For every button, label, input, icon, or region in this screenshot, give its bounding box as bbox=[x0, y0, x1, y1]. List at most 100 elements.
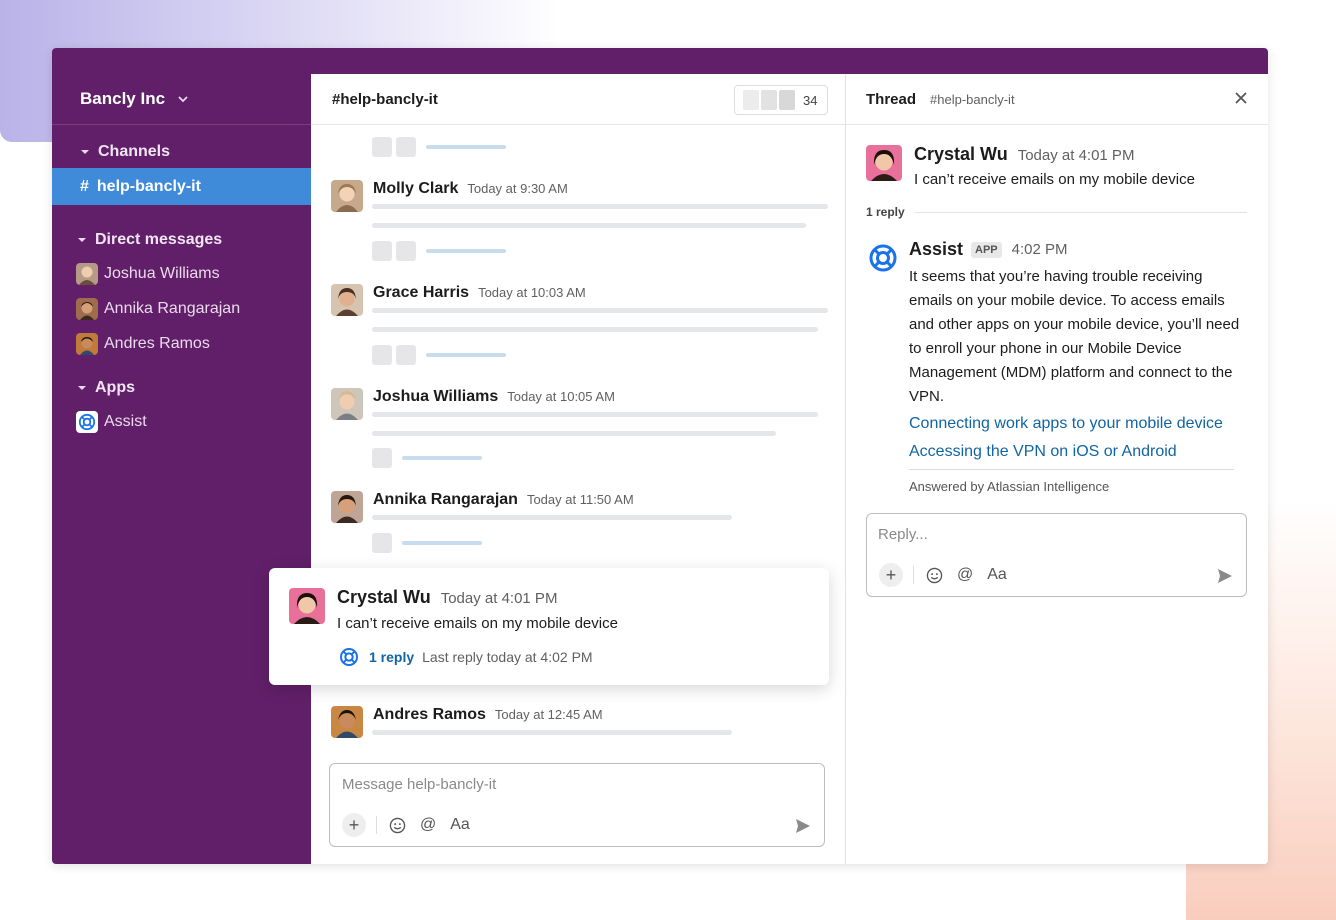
thread-parent-head: Crystal Wu Today at 4:01 PM bbox=[914, 144, 1134, 165]
reply-link[interactable]: 1 reply bbox=[369, 649, 414, 665]
channel-header: #help-bancly-it 34 bbox=[311, 74, 845, 125]
avatar bbox=[76, 332, 98, 355]
caret-down-icon bbox=[78, 237, 86, 242]
help-link-vpn[interactable]: Accessing the VPN on iOS or Android bbox=[909, 443, 1177, 461]
member-avatar-placeholder bbox=[779, 90, 795, 110]
reaction-placeholder bbox=[372, 533, 482, 553]
lifebuoy-icon bbox=[869, 244, 897, 272]
text-placeholder bbox=[372, 204, 828, 209]
send-icon[interactable] bbox=[1216, 567, 1234, 585]
sidebar-item-help-bancly-it[interactable]: # help-bancly-it bbox=[52, 168, 311, 205]
caret-down-icon bbox=[81, 149, 89, 154]
message-time[interactable]: Today at 10:03 AM bbox=[478, 285, 586, 300]
app-window: Bancly Inc Channels # help-bancly-it Dir… bbox=[52, 48, 1268, 864]
section-channels-label: Channels bbox=[98, 142, 171, 160]
sidebar-item-annika-rangarajan[interactable]: Annika Rangarajan bbox=[52, 291, 311, 326]
message-author[interactable]: Assist bbox=[909, 239, 963, 260]
avatar bbox=[76, 297, 98, 320]
avatar bbox=[331, 388, 363, 420]
hash-icon: # bbox=[80, 177, 89, 195]
text-placeholder bbox=[372, 515, 732, 520]
message-time[interactable]: Today at 10:05 AM bbox=[507, 389, 615, 404]
section-apps[interactable]: Apps bbox=[52, 371, 311, 404]
message-composer[interactable]: Message help-bancly-it + @ Aa bbox=[329, 763, 825, 847]
composer-placeholder: Message help-bancly-it bbox=[342, 776, 497, 793]
sidebar-item-andres-ramos[interactable]: Andres Ramos bbox=[52, 326, 311, 361]
reaction-placeholder bbox=[372, 448, 482, 468]
toolbar-divider bbox=[376, 816, 377, 834]
sidebar: Bancly Inc Channels # help-bancly-it Dir… bbox=[52, 74, 311, 864]
text-placeholder bbox=[372, 308, 828, 313]
dm-name: Andres Ramos bbox=[104, 334, 210, 352]
app-badge: APP bbox=[971, 241, 1002, 258]
thread-channel[interactable]: #help-bancly-it bbox=[930, 92, 1015, 107]
avatar bbox=[866, 145, 902, 181]
composer-toolbar: + @ Aa bbox=[342, 813, 484, 837]
sidebar-item-joshua-williams[interactable]: Joshua Williams bbox=[52, 256, 311, 291]
message-author[interactable]: Andres Ramos bbox=[373, 706, 486, 724]
avatar bbox=[331, 706, 363, 738]
section-dm-label: Direct messages bbox=[95, 230, 223, 248]
highlighted-message-card[interactable]: Crystal Wu Today at 4:01 PM I can’t rece… bbox=[269, 568, 829, 685]
plus-icon[interactable]: + bbox=[342, 813, 366, 837]
thread-title: Thread bbox=[866, 90, 917, 108]
message-time[interactable]: Today at 9:30 AM bbox=[467, 181, 567, 196]
section-direct-messages[interactable]: Direct messages bbox=[52, 223, 311, 256]
workspace-name: Bancly Inc bbox=[80, 89, 166, 108]
top-bar bbox=[52, 48, 1268, 74]
channel-name: help-bancly-it bbox=[96, 177, 201, 195]
channel-pane: #help-bancly-it 34 Molly Clark Today at … bbox=[311, 74, 846, 864]
emoji-icon[interactable] bbox=[926, 567, 943, 584]
card-head: Crystal Wu Today at 4:01 PM bbox=[337, 587, 557, 608]
divider bbox=[909, 469, 1234, 470]
reaction-placeholder bbox=[372, 137, 506, 157]
message-author[interactable]: Annika Rangarajan bbox=[373, 491, 518, 509]
text-placeholder bbox=[372, 223, 806, 228]
thread-reply-summary[interactable]: 1 reply Last reply today at 4:02 PM bbox=[339, 647, 593, 667]
avatar bbox=[331, 284, 363, 316]
thread-header: Thread #help-bancly-it bbox=[846, 74, 1268, 125]
reaction-placeholder bbox=[372, 345, 506, 365]
member-count-button[interactable]: 34 bbox=[734, 85, 828, 115]
message-author[interactable]: Molly Clark bbox=[373, 180, 458, 198]
mention-icon[interactable]: @ bbox=[420, 816, 436, 834]
composer-toolbar: + @ Aa bbox=[879, 563, 1021, 587]
reply-composer[interactable]: Reply... + @ Aa bbox=[866, 513, 1247, 597]
workspace-switcher[interactable]: Bancly Inc bbox=[52, 74, 311, 125]
message-time[interactable]: Today at 11:50 AM bbox=[527, 492, 634, 507]
app-name: Assist bbox=[104, 412, 147, 430]
message-author[interactable]: Grace Harris bbox=[373, 284, 469, 302]
caret-down-icon bbox=[78, 385, 86, 390]
text-placeholder bbox=[372, 327, 818, 332]
text-placeholder bbox=[372, 431, 776, 436]
last-reply-time: Last reply today at 4:02 PM bbox=[422, 649, 593, 665]
thread-parent-text: I can’t receive emails on my mobile devi… bbox=[914, 171, 1195, 188]
message-time[interactable]: 4:02 PM bbox=[1012, 241, 1068, 258]
message-author[interactable]: Joshua Williams bbox=[373, 388, 498, 406]
help-link-mobile-apps[interactable]: Connecting work apps to your mobile devi… bbox=[909, 415, 1223, 433]
send-icon[interactable] bbox=[794, 817, 812, 835]
format-icon[interactable]: Aa bbox=[987, 566, 1007, 584]
channel-title[interactable]: #help-bancly-it bbox=[332, 91, 438, 108]
composer-placeholder: Reply... bbox=[878, 526, 928, 543]
message-time[interactable]: Today at 4:01 PM bbox=[441, 590, 558, 607]
message-author[interactable]: Crystal Wu bbox=[337, 587, 431, 608]
mention-icon[interactable]: @ bbox=[957, 566, 973, 584]
message-author[interactable]: Crystal Wu bbox=[914, 144, 1008, 165]
reaction-placeholder bbox=[372, 241, 506, 261]
member-avatar-placeholder bbox=[743, 90, 759, 110]
lifebuoy-icon bbox=[340, 648, 358, 666]
emoji-icon[interactable] bbox=[389, 817, 406, 834]
message-time[interactable]: Today at 4:01 PM bbox=[1018, 147, 1135, 164]
lifebuoy-icon bbox=[76, 410, 98, 433]
sidebar-item-assist[interactable]: Assist bbox=[52, 404, 311, 439]
message-time[interactable]: Today at 12:45 AM bbox=[495, 707, 603, 722]
plus-icon[interactable]: + bbox=[879, 563, 903, 587]
thread-pane: Thread #help-bancly-it Crystal Wu Today … bbox=[846, 74, 1268, 864]
dm-name: Annika Rangarajan bbox=[104, 299, 241, 317]
member-avatar-placeholder bbox=[761, 90, 777, 110]
close-icon[interactable] bbox=[1234, 91, 1248, 105]
format-icon[interactable]: Aa bbox=[450, 816, 470, 834]
section-channels[interactable]: Channels bbox=[52, 135, 311, 168]
message-text: I can’t receive emails on my mobile devi… bbox=[337, 615, 618, 632]
